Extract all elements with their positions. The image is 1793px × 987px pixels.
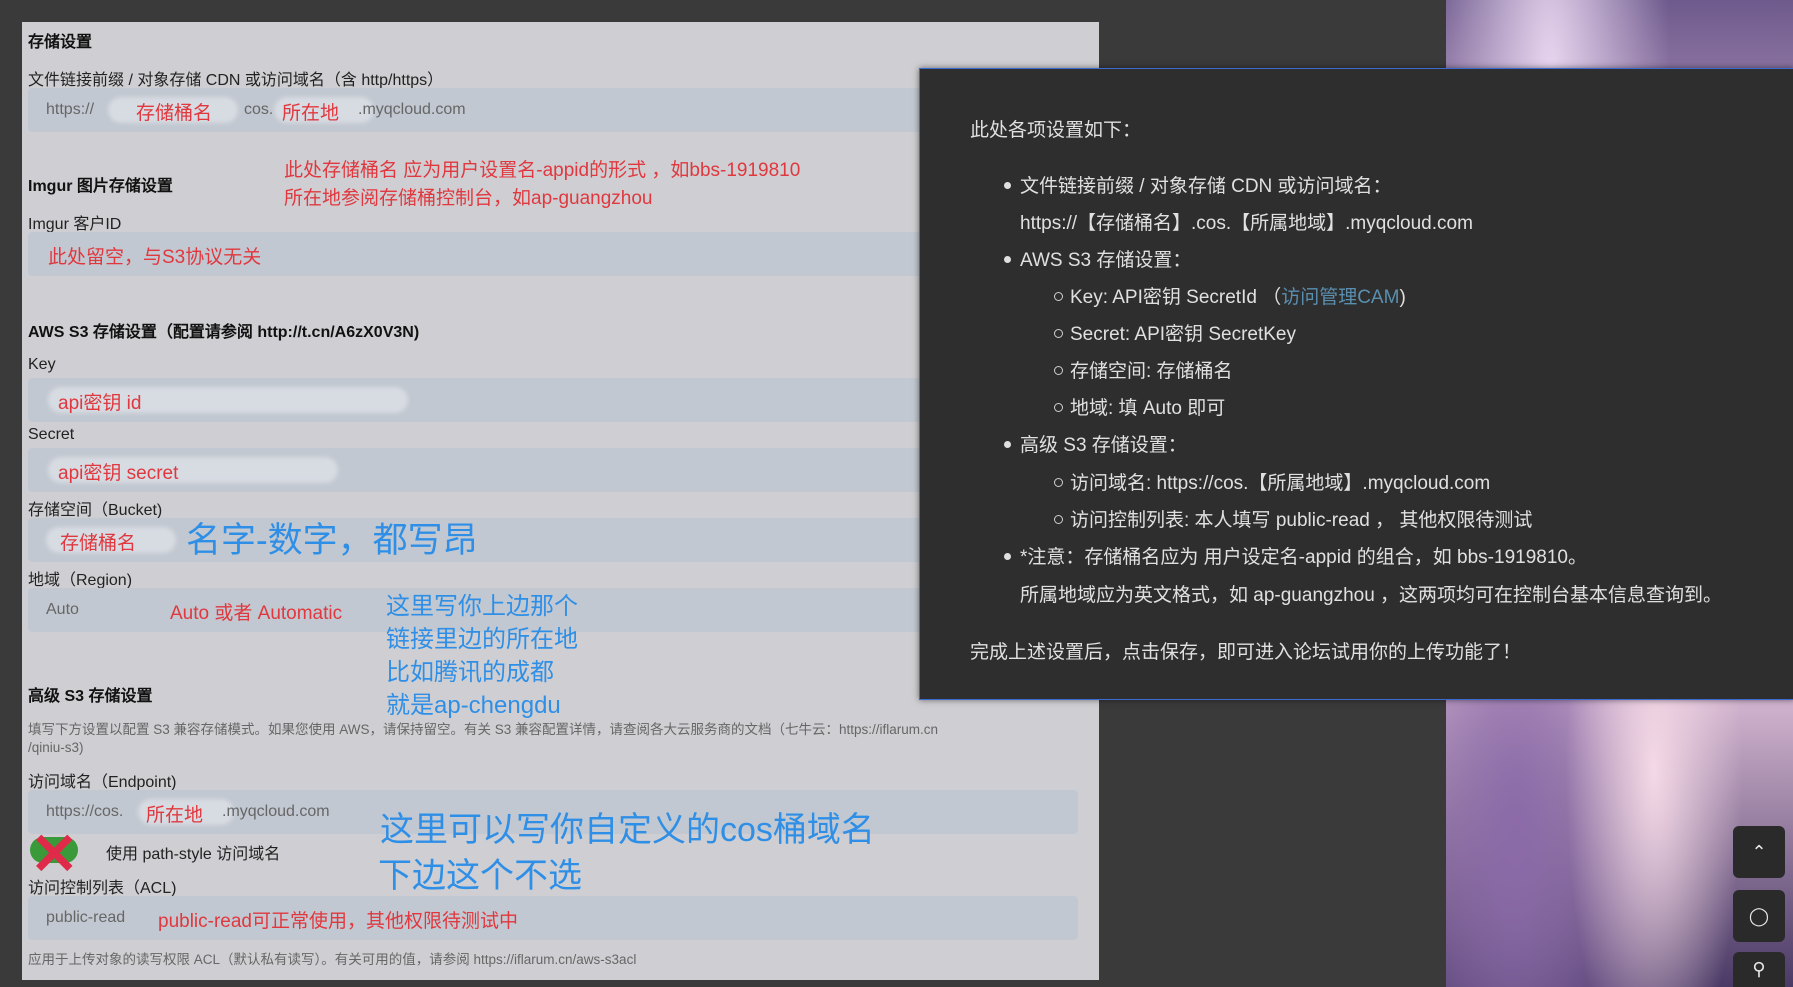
annotation-key-note: api密钥 id [58, 393, 142, 414]
card-b4-2: 所属地域应为英文格式，如 ap-guangzhou ，这两项均可在控制台基本信息… [1020, 585, 1723, 606]
sub-bullet [1054, 515, 1063, 524]
annotation-region-blue-4: 就是ap-chengdu [386, 692, 561, 719]
annotation-region-blue-1: 这里写你上边那个 [386, 593, 578, 620]
bullet [1004, 441, 1011, 448]
acl-label: 访问控制列表（ACL) [28, 880, 177, 897]
acl-input[interactable]: public-read public-read可正常使用，其他权限待测试中 [28, 896, 1078, 940]
annotation-region-blue-2: 链接里边的所在地 [386, 626, 578, 653]
advanced-help-2: /qiniu-s3) [28, 740, 84, 755]
annotation-endpoint-big-1: 这里可以写你自定义的cos桶域名 [380, 811, 875, 849]
card-outro: 完成上述设置后，点击保存，即可进入论坛试用你的上传功能了！ [970, 642, 1522, 663]
url-prefix-part-2: cos. [244, 101, 274, 118]
region-label: 地域（Region) [28, 572, 133, 589]
advanced-help-1: 填写下方设置以配置 S3 兼容存储模式。如果您使用 AWS，请保持留空。有关 S… [28, 722, 939, 737]
sub-bullet [1054, 292, 1063, 301]
endpoint-label: 访问域名（Endpoint) [28, 774, 177, 791]
secret-label: Secret [28, 426, 75, 443]
cam-link[interactable]: 访问管理CAM [1281, 287, 1399, 308]
annotation-secret-note: api密钥 secret [58, 463, 179, 484]
section-title: 存储设置 [28, 34, 93, 51]
pin-icon: ⚲ [1752, 959, 1766, 979]
imgur-header: Imgur 图片存储设置 [28, 178, 173, 195]
annotation-bucket-field: 存储桶名 [60, 533, 137, 554]
bullet [1004, 256, 1011, 263]
card-b2-secret: Secret: API密钥 SecretKey [1070, 324, 1296, 345]
annotation-bucket-note-2: 所在地参阅存储桶控制台，如ap-guangzhou [284, 188, 653, 209]
annotation-bucket-name: 存储桶名 [136, 103, 213, 124]
url-prefix-part-1: https:// [46, 101, 95, 118]
annotation-location: 所在地 [282, 103, 340, 124]
endpoint-part-1: https://cos. [46, 803, 124, 820]
sub-bullet [1054, 403, 1063, 412]
imgur-client-label: Imgur 客户ID [28, 216, 122, 233]
card-b4: *注意：存储桶名应为 用户设定名-appid 的组合，如 bbs-1919810… [1020, 547, 1587, 568]
card-b2: AWS S3 存储设置： [1020, 250, 1192, 271]
key-label: Key [28, 356, 56, 373]
card-b3-acl: 访问控制列表: 本人填写 public-read ， 其他权限待测试 [1070, 510, 1533, 531]
instructions-card: 此处各项设置如下： 文件链接前缀 / 对象存储 CDN 或访问域名： https… [919, 68, 1793, 700]
comment-icon: ◯ [1748, 905, 1770, 926]
annotation-acl-note: public-read可正常使用，其他权限待测试中 [158, 911, 518, 932]
annotation-endpoint-big-2: 下边这个不选 [378, 857, 582, 895]
scroll-top-button[interactable]: ⌃ [1733, 826, 1785, 878]
card-b1-value: https://【存储桶名】.cos.【所属地域】.myqcloud.com [1020, 213, 1473, 234]
annotation-bucket-big: 名字-数字，都写昂 [186, 521, 478, 560]
acl-value: public-read [46, 909, 126, 926]
annotation-bucket-note-1: 此处存储桶名 应为用户设置名-appid的形式 ，如bbs-1919810 [284, 160, 801, 181]
annotation-region-note: Auto 或者 Automatic [170, 603, 343, 624]
path-style-label: 使用 path-style 访问域名 [106, 846, 281, 863]
card-b2-key-text: Key: API密钥 SecretId （ [1070, 287, 1282, 308]
comment-button[interactable]: ◯ [1733, 890, 1785, 942]
sub-bullet [1054, 478, 1063, 487]
card-b3: 高级 S3 存储设置： [1020, 435, 1187, 456]
url-prefix-label: 文件链接前缀 / 对象存储 CDN 或访问域名（含 http/https） [28, 72, 444, 89]
card-intro: 此处各项设置如下： [970, 120, 1142, 141]
pin-button[interactable]: ⚲ [1733, 952, 1785, 987]
card-b1: 文件链接前缀 / 对象存储 CDN 或访问域名： [1020, 176, 1392, 197]
bullet [1004, 553, 1011, 560]
url-prefix-part-3: .myqcloud.com [358, 101, 466, 118]
advanced-header: 高级 S3 存储设置 [28, 688, 153, 705]
card-b2-space: 存储空间: 存储桶名 [1070, 361, 1233, 382]
sub-bullet [1054, 329, 1063, 338]
card-b2-key: Key: API密钥 SecretId （访问管理CAM) [1070, 282, 1406, 309]
bucket-label: 存储空间（Bucket) [28, 502, 163, 519]
sub-bullet [1054, 366, 1063, 375]
chevron-up-icon: ⌃ [1751, 841, 1767, 862]
card-b2-key-close: ) [1399, 287, 1406, 308]
bullet [1004, 182, 1011, 189]
region-value: Auto [46, 601, 79, 618]
annotation-imgur-note: 此处留空，与S3协议无关 [48, 247, 262, 268]
endpoint-input[interactable]: https://cos. 所在地 .myqcloud.com 这里可以写你自定义… [28, 790, 1078, 849]
card-b3-endpoint: 访问域名: https://cos.【所属地域】.myqcloud.com [1070, 473, 1491, 494]
annotation-region-blue-3: 比如腾讯的成都 [386, 659, 554, 686]
acl-help: 应用于上传对象的读写权限 ACL（默认私有读写）。有关可用的值，请参阅 http… [28, 952, 637, 967]
card-b2-region: 地域: 填 Auto 即可 [1070, 398, 1226, 419]
annotation-endpoint-location: 所在地 [146, 805, 204, 826]
endpoint-part-2: .myqcloud.com [222, 803, 330, 820]
aws-header: AWS S3 存储设置（配置请参阅 http://t.cn/A6zX0V3N) [28, 324, 420, 341]
